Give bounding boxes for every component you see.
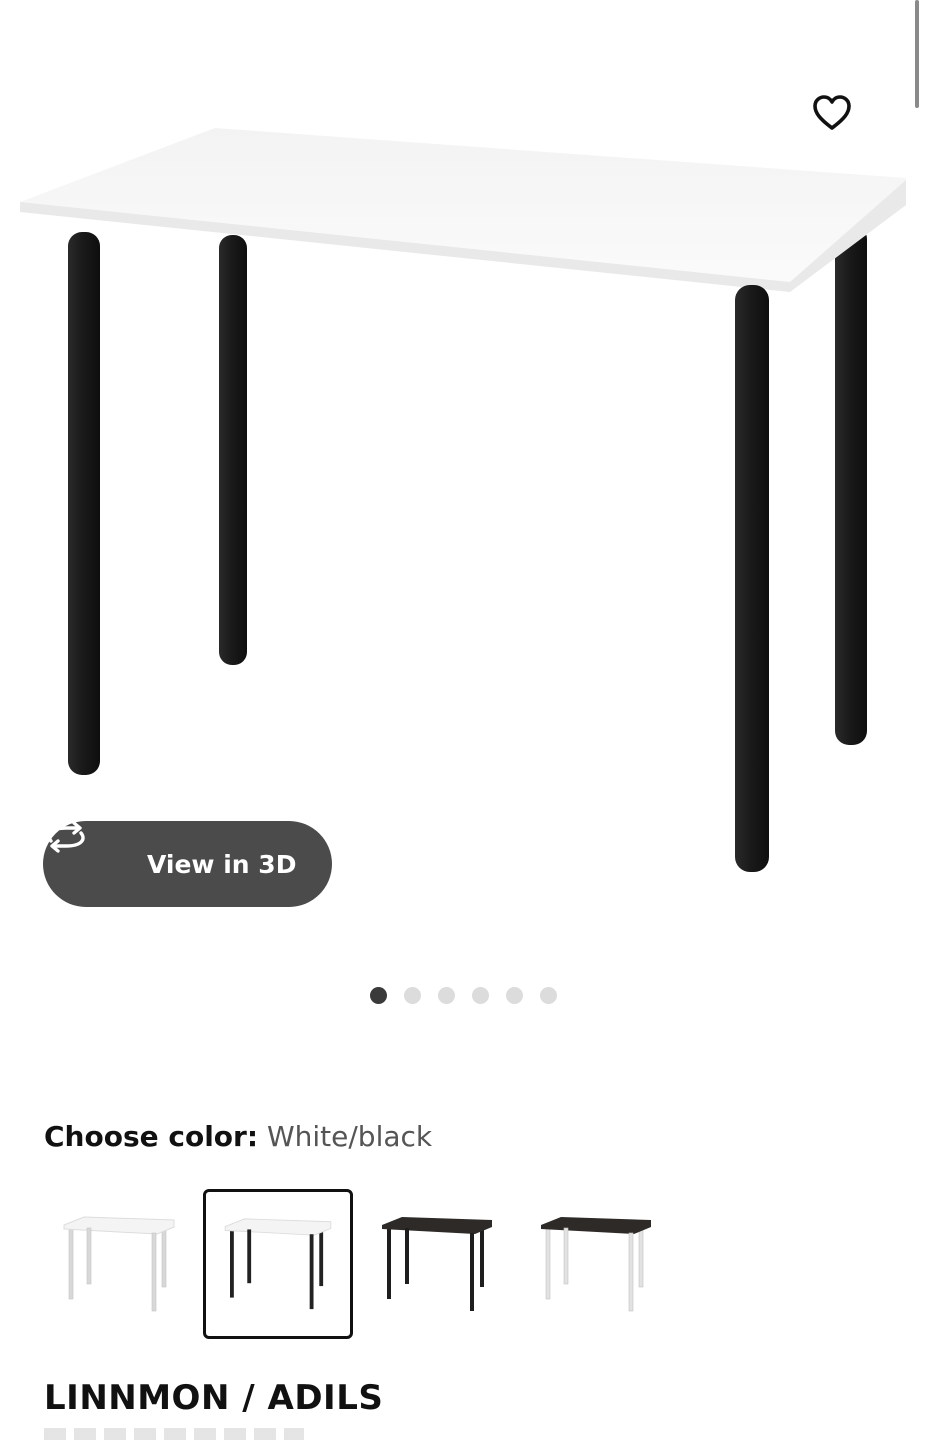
carousel-dot[interactable] [540, 987, 557, 1004]
selected-color-value: White/black [266, 1120, 433, 1153]
table-product-image [20, 128, 906, 872]
color-swatch-black-brown-white[interactable] [521, 1189, 671, 1339]
table-thumbnail-image [63, 1216, 175, 1312]
heart-outline-icon [813, 95, 851, 130]
table-leg-back-left [219, 235, 247, 665]
carousel-dot[interactable] [404, 987, 421, 1004]
rotate-3d-icon [47, 821, 127, 880]
carousel-dot[interactable] [438, 987, 455, 1004]
table-thumbnail-image [382, 1217, 492, 1311]
favorite-button[interactable] [812, 94, 868, 150]
color-swatch-white-black[interactable] [203, 1189, 353, 1339]
carousel-dot[interactable] [370, 987, 387, 1004]
carousel-dot[interactable] [506, 987, 523, 1004]
color-swatch-white-white[interactable] [44, 1189, 194, 1339]
table-leg-back-right [835, 225, 867, 745]
product-title: LINNMON / ADILS [44, 1378, 384, 1418]
product-image-area[interactable]: View in 3D [0, 0, 927, 960]
product-subtitle-cutoff [44, 1428, 304, 1440]
carousel-dots [0, 987, 927, 1007]
color-selector-heading: Choose color: White/black [44, 1120, 432, 1153]
table-top [20, 128, 906, 292]
table-thumbnail-image [541, 1217, 651, 1312]
color-swatch-black-brown-black[interactable] [362, 1189, 512, 1339]
carousel-dot[interactable] [472, 987, 489, 1004]
choose-color-label: Choose color: [44, 1120, 259, 1153]
view-in-3d-button[interactable]: View in 3D [43, 821, 332, 907]
table-leg-front-left [68, 232, 100, 775]
table-thumbnail-image [224, 1218, 332, 1310]
table-leg-front-right [735, 285, 769, 872]
view-in-3d-label: View in 3D [147, 849, 297, 879]
